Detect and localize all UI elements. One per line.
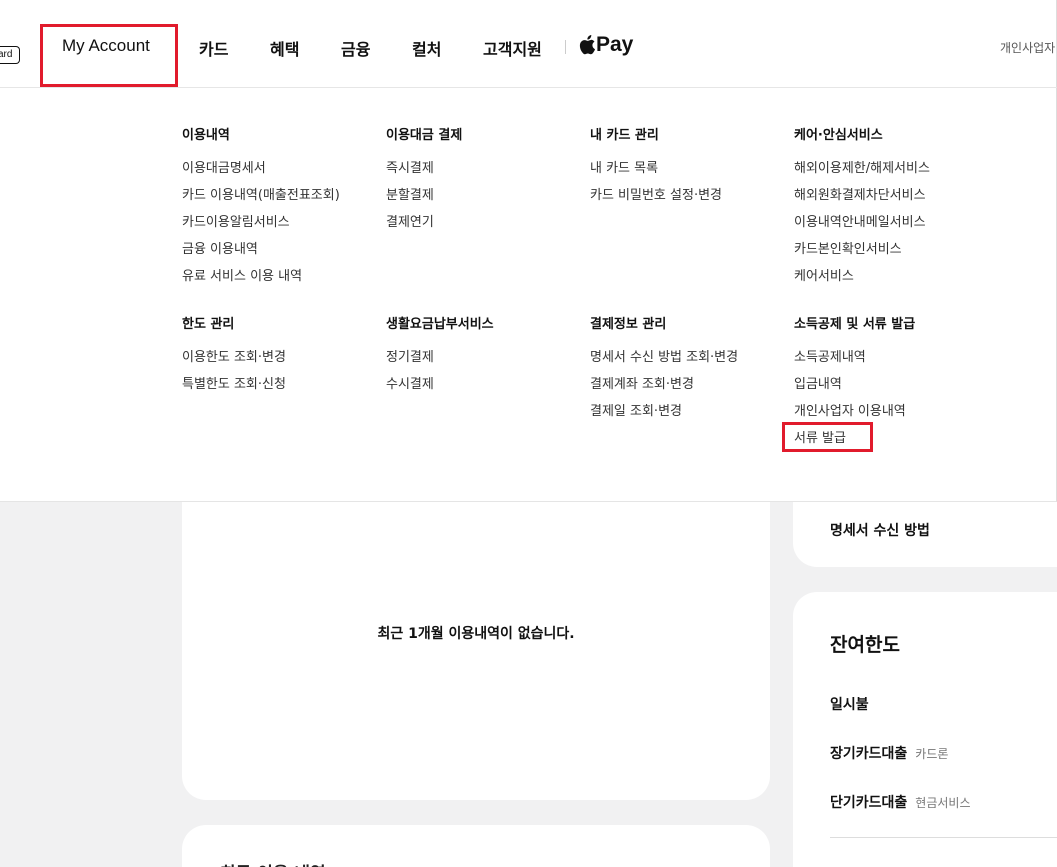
menu-group-care: 케어·안심서비스 해외이용제한/해제서비스 해외원화결제차단서비스 이용내역안내…: [794, 124, 930, 297]
menu-item[interactable]: 특별한도 조회·신청: [182, 378, 286, 405]
apple-icon: [579, 35, 595, 55]
nav-finance[interactable]: 금융: [341, 36, 370, 60]
limit-row-label: 장기카드대출: [830, 746, 908, 762]
top-navigation: ard My Account 카드 혜택 금융 컬처 고객지원 Pay 개인사업…: [0, 0, 1057, 88]
menu-group-utility: 생활요금납부서비스 정기결제 수시결제: [386, 313, 494, 405]
limit-row-cashservice[interactable]: 단기카드대출 현금서비스: [830, 792, 970, 812]
menu-group-title: 결제정보 관리: [590, 317, 667, 332]
menu-item[interactable]: 명세서 수신 방법 조회·변경: [590, 351, 738, 378]
menu-group-title: 한도 관리: [182, 317, 235, 332]
pay-label: Pay: [596, 33, 634, 56]
menu-group-usage: 이용내역 이용대금명세서 카드 이용내역(매출전표조회) 카드이용알림서비스 금…: [182, 124, 340, 297]
menu-group-my-card: 내 카드 관리 내 카드 목록 카드 비밀번호 설정·변경: [590, 124, 722, 216]
menu-group-title: 이용대금 결제: [386, 128, 463, 143]
limit-row-label: 단기카드대출: [830, 795, 908, 811]
menu-item[interactable]: 입금내역: [794, 378, 915, 405]
menu-item[interactable]: 카드본인확인서비스: [794, 243, 930, 270]
menu-item[interactable]: 카드 비밀번호 설정·변경: [590, 189, 722, 216]
limit-row-label: 일시불: [830, 697, 869, 713]
nav-benefit[interactable]: 혜택: [270, 36, 299, 60]
bottom-card-title: 최근 이용 내역: [220, 859, 326, 867]
menu-group-title: 이용내역: [182, 128, 230, 143]
remaining-limit-title: 잔여한도: [830, 634, 900, 656]
menu-group-title: 케어·안심서비스: [794, 128, 883, 143]
statement-method-link[interactable]: 명세서 수신 방법: [830, 520, 930, 540]
menu-item[interactable]: 결제연기: [386, 216, 462, 243]
highlight-box-document-issue: [782, 422, 873, 452]
menu-group-title: 소득공제 및 서류 발급: [794, 317, 916, 332]
menu-item[interactable]: 결제일 조회·변경: [590, 405, 738, 432]
limit-row-lumpsum[interactable]: 일시불: [830, 694, 869, 714]
limit-divider: [830, 837, 1057, 838]
menu-item[interactable]: 소득공제내역: [794, 351, 915, 378]
menu-item[interactable]: 해외원화결제차단서비스: [794, 189, 930, 216]
menu-item[interactable]: 이용내역안내메일서비스: [794, 216, 930, 243]
brand-logo[interactable]: ard: [0, 46, 20, 64]
menu-item[interactable]: 케어서비스: [794, 270, 930, 297]
menu-item[interactable]: 수시결제: [386, 378, 494, 405]
menu-group-limit: 한도 관리 이용한도 조회·변경 특별한도 조회·신청: [182, 313, 286, 405]
menu-item[interactable]: 금융 이용내역: [182, 243, 340, 270]
limit-row-sub: 카드론: [915, 747, 949, 761]
nav-separator: [565, 40, 566, 54]
menu-group-title: 내 카드 관리: [590, 128, 659, 143]
mega-menu-overlay: ard My Account 카드 혜택 금융 컬처 고객지원 Pay 개인사업…: [0, 0, 1057, 502]
menu-item[interactable]: 이용대금명세서: [182, 162, 340, 189]
menu-group-title: 생활요금납부서비스: [386, 317, 494, 332]
bottom-card: 최근 이용 내역: [182, 825, 770, 867]
menu-item[interactable]: 이용한도 조회·변경: [182, 351, 286, 378]
menu-item[interactable]: 카드이용알림서비스: [182, 216, 340, 243]
menu-group-payment: 이용대금 결제 즉시결제 분할결제 결제연기: [386, 124, 462, 243]
nav-my-account[interactable]: My Account: [62, 36, 150, 56]
menu-item[interactable]: 내 카드 목록: [590, 162, 722, 189]
empty-usage-message: 최근 1개월 이용내역이 없습니다.: [377, 626, 575, 642]
menu-item[interactable]: 해외이용제한/해제서비스: [794, 162, 930, 189]
menu-item[interactable]: 결제계좌 조회·변경: [590, 378, 738, 405]
limit-row-sub: 현금서비스: [915, 796, 971, 810]
nav-business-link[interactable]: 개인사업자: [1000, 39, 1055, 56]
limit-row-cardloan[interactable]: 장기카드대출 카드론: [830, 743, 948, 763]
menu-group-payment-info: 결제정보 관리 명세서 수신 방법 조회·변경 결제계좌 조회·변경 결제일 조…: [590, 313, 738, 432]
nav-support[interactable]: 고객지원: [483, 36, 542, 60]
remaining-limit-card: 잔여한도 일시불 장기카드대출 카드론 단기카드대출 현금서비스: [793, 592, 1057, 867]
menu-item[interactable]: 카드 이용내역(매출전표조회): [182, 189, 340, 216]
menu-item[interactable]: 분할결제: [386, 189, 462, 216]
menu-item[interactable]: 즉시결제: [386, 162, 462, 189]
nav-card[interactable]: 카드: [199, 36, 228, 60]
menu-item[interactable]: 유료 서비스 이용 내역: [182, 270, 340, 297]
nav-apple-pay[interactable]: Pay: [579, 33, 633, 57]
menu-item[interactable]: 정기결제: [386, 351, 494, 378]
nav-culture[interactable]: 컬처: [412, 36, 441, 60]
